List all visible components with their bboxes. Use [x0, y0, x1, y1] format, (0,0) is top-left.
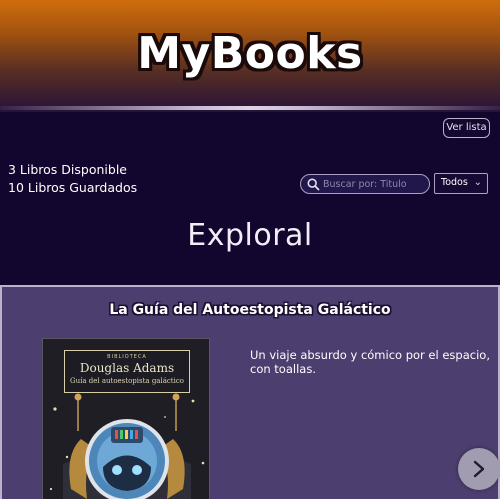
section-title: Exploral: [187, 218, 313, 253]
toolbar-area: [0, 112, 500, 284]
chevron-right-icon: [473, 460, 485, 478]
book-cover[interactable]: BIBLIOTECA Douglas Adams Guía del autoes…: [42, 338, 210, 499]
book-description: Un viaje absurdo y cómico por el espacio…: [250, 348, 490, 376]
book-title: La Guía del Autoestopista Galáctico: [109, 302, 391, 318]
category-select[interactable]: Todos ⌄: [434, 173, 488, 194]
next-book-button[interactable]: [458, 448, 500, 490]
ver-lista-button[interactable]: Ver lista: [443, 118, 490, 138]
available-count: 3 Libros Disponible: [8, 162, 127, 177]
book-card[interactable]: La Guía del Autoestopista Galáctico Un v…: [0, 285, 500, 499]
cover-series: BIBLIOTECA: [107, 354, 147, 360]
cover-subtitle: Guía del autoestopista galáctico: [70, 377, 184, 385]
saved-count: 10 Libros Guardados: [8, 180, 138, 195]
app-logo: MyBooks: [137, 28, 363, 79]
cover-label: BIBLIOTECA Douglas Adams Guía del autoes…: [64, 350, 190, 393]
search-input[interactable]: [323, 176, 425, 192]
header-banner: MyBooks: [0, 0, 500, 112]
chevron-down-icon: ⌄: [473, 177, 482, 188]
header-divider: [0, 106, 500, 110]
category-select-value: Todos: [441, 177, 468, 188]
library-stats: 3 Libros Disponible 10 Libros Guardados: [8, 161, 137, 197]
search-icon: [307, 178, 320, 191]
search-box[interactable]: [300, 174, 430, 194]
cover-author: Douglas Adams: [79, 361, 175, 375]
